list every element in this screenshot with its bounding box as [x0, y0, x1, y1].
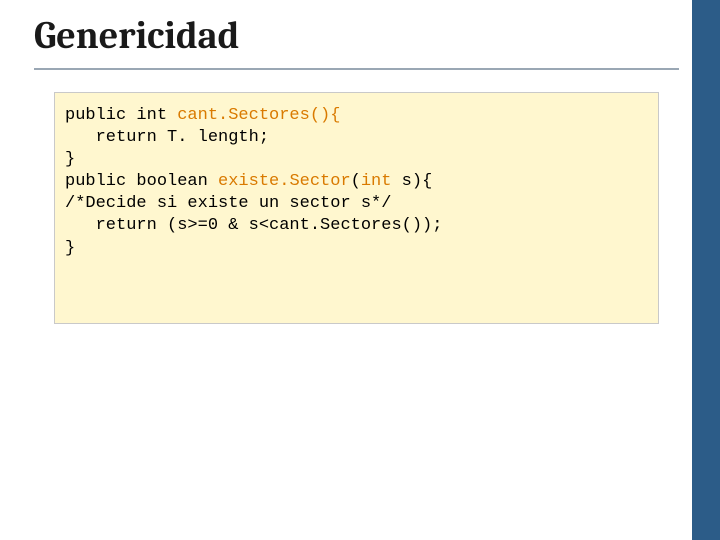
side-stripe: [692, 0, 720, 540]
code-text: cant.Sectores(){: [177, 106, 340, 125]
slide: Genericidad public int cant.Sectores(){ …: [0, 0, 720, 540]
code-text: s){: [402, 172, 433, 191]
slide-title: Genericidad: [34, 14, 239, 58]
code-text: public int: [65, 106, 177, 125]
code-text: return (s>=0 & s<cant.Sectores());: [65, 216, 442, 235]
code-text: }: [65, 239, 75, 258]
code-text: return T. length;: [65, 128, 269, 147]
code-text: public boolean: [65, 172, 218, 191]
code-text: /*Decide si existe un sector s*/: [65, 194, 391, 213]
code-text: }: [65, 150, 75, 169]
code-text: (: [351, 172, 361, 191]
title-underline: [34, 68, 679, 70]
code-text: int: [361, 172, 402, 191]
code-block: public int cant.Sectores(){ return T. le…: [54, 92, 659, 324]
code-text: existe.Sector: [218, 172, 351, 191]
